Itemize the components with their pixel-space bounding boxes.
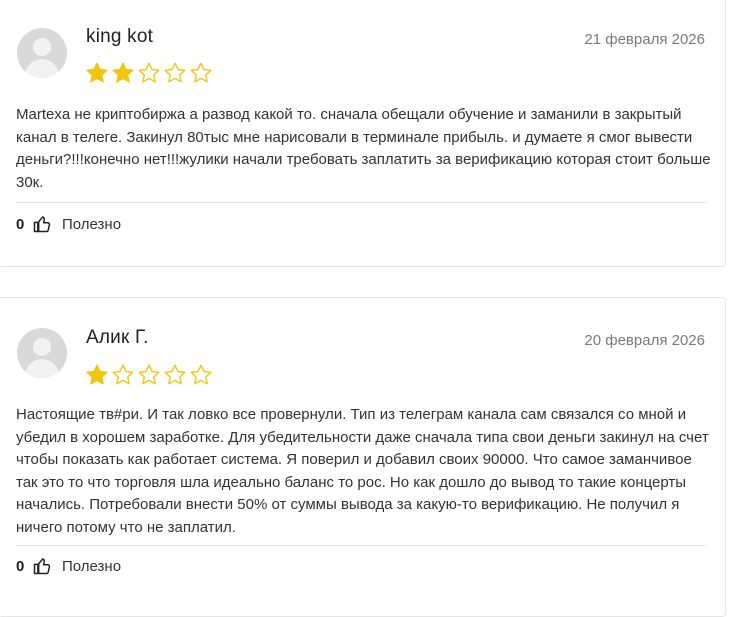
- star-filled-icon: [112, 62, 134, 83]
- helpful-button[interactable]: Полезно: [62, 558, 121, 575]
- star-empty-icon: [138, 62, 160, 83]
- rating-stars: [85, 61, 213, 85]
- rating-stars: [85, 363, 213, 387]
- review-date: 20 февраля 2026: [584, 332, 705, 349]
- review-card: Алик Г. 20 февраля 2026 Настоящие тв#ри.…: [0, 297, 726, 617]
- star-empty-icon: [138, 364, 160, 385]
- review-author: king kot: [86, 26, 154, 47]
- review-card: king kot 21 февраля 2026 Martexa не крип…: [0, 0, 726, 267]
- helpful-button[interactable]: Полезно: [62, 216, 121, 233]
- divider: [16, 202, 706, 203]
- star-empty-icon: [190, 364, 212, 385]
- review-author: Алик Г.: [86, 327, 149, 348]
- star-empty-icon: [112, 364, 134, 385]
- helpful-count: 0: [16, 557, 25, 575]
- star-empty-icon: [164, 62, 186, 83]
- star-filled-icon: [86, 364, 108, 385]
- helpful-row: 0 Полезно: [16, 556, 121, 576]
- thumbs-up-icon[interactable]: [32, 556, 52, 576]
- star-empty-icon: [190, 62, 212, 83]
- review-text: Martexa не криптобиржа а развод какой то…: [16, 106, 711, 191]
- review-text: Настоящие тв#ри. И так ловко все проверн…: [16, 406, 709, 536]
- divider: [16, 545, 706, 546]
- thumbs-up-icon[interactable]: [32, 214, 52, 234]
- helpful-count: 0: [16, 215, 25, 233]
- user-avatar: [17, 28, 67, 78]
- review-date: 21 февраля 2026: [584, 31, 705, 48]
- star-empty-icon: [164, 364, 186, 385]
- helpful-row: 0 Полезно: [16, 214, 121, 234]
- star-filled-icon: [86, 62, 108, 83]
- user-avatar: [17, 328, 67, 378]
